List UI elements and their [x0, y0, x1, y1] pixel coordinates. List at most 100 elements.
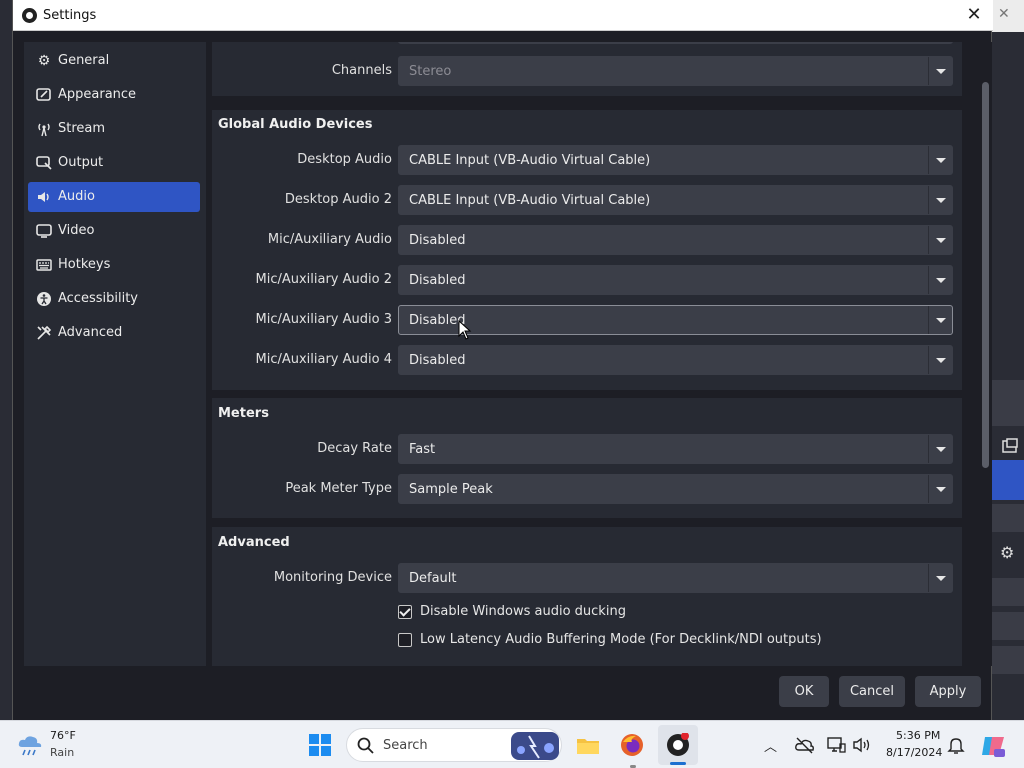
desktop-audio-label: Desktop Audio: [297, 152, 392, 167]
mic-audio-3-value: Disabled: [409, 313, 466, 328]
advanced-group: Advanced Monitoring Device Default Disab…: [212, 527, 962, 666]
sidebar-item-appearance[interactable]: Appearance: [28, 80, 200, 110]
taskbar-search[interactable]: Search: [346, 728, 562, 762]
mic-audio-label: Mic/Auxiliary Audio: [267, 232, 392, 247]
background-close-icon: ✕: [998, 6, 1010, 22]
sidebar-item-hotkeys[interactable]: Hotkeys: [28, 250, 200, 280]
channels-value: Stereo: [409, 64, 452, 79]
peak-meter-type-select[interactable]: Sample Peak: [398, 474, 953, 504]
sidebar-item-output[interactable]: Output: [28, 148, 200, 178]
appearance-icon: [36, 87, 52, 103]
disable-ducking-label[interactable]: Disable Windows audio ducking: [420, 604, 626, 619]
apply-button[interactable]: Apply: [915, 676, 981, 707]
chevron-down-icon: [928, 306, 952, 334]
background-panel-row: [992, 504, 1024, 532]
disable-ducking-checkbox[interactable]: [398, 605, 412, 619]
search-highlight-icon: [511, 732, 559, 760]
background-panel: [992, 380, 1024, 426]
decay-rate-select[interactable]: Fast: [398, 434, 953, 464]
sidebar-item-accessibility[interactable]: Accessibility: [28, 284, 200, 314]
title-bar: Settings ✕: [13, 0, 993, 31]
background-titlebar: ✕: [992, 0, 1024, 32]
chevron-down-icon: [928, 475, 952, 503]
close-icon[interactable]: ✕: [963, 4, 985, 26]
chevron-down-icon: [928, 435, 952, 463]
background-window-right: ✕ ⚙: [992, 0, 1024, 720]
cancel-button[interactable]: Cancel: [839, 676, 905, 707]
clock-date[interactable]: 8/17/2024: [886, 746, 942, 759]
cloud-offline-icon[interactable]: [794, 735, 814, 755]
obs-logo-icon: [22, 8, 37, 23]
monitor-icon: [36, 223, 52, 239]
window-title: Settings: [43, 8, 97, 23]
sidebar-item-stream[interactable]: Stream: [28, 114, 200, 144]
low-latency-label[interactable]: Low Latency Audio Buffering Mode (For De…: [420, 632, 822, 647]
ok-button[interactable]: OK: [779, 676, 829, 707]
sidebar-item-label: Video: [58, 223, 95, 238]
notification-bell-icon[interactable]: [946, 735, 966, 755]
background-dock-icon: [1002, 438, 1018, 453]
sidebar-item-label: Appearance: [58, 87, 137, 102]
sidebar-item-label: Hotkeys: [58, 257, 111, 272]
volume-icon[interactable]: [852, 735, 872, 755]
mic-audio-2-select[interactable]: Disabled: [398, 265, 953, 295]
channels-label: Channels: [331, 63, 392, 78]
background-selected-scene: [992, 460, 1024, 500]
desktop-audio-value: CABLE Input (VB-Audio Virtual Cable): [409, 153, 651, 168]
tools-icon: [36, 325, 52, 341]
mic-audio-4-label: Mic/Auxiliary Audio 4: [255, 352, 392, 367]
sidebar-item-label: General: [58, 53, 110, 68]
group-title: Meters: [218, 406, 269, 421]
chevron-down-icon: [928, 186, 952, 214]
sidebar-item-label: Accessibility: [58, 291, 138, 306]
sidebar-item-video[interactable]: Video: [28, 216, 200, 246]
desktop-audio-select[interactable]: CABLE Input (VB-Audio Virtual Cable): [398, 145, 953, 175]
mic-audio-3-select[interactable]: Disabled: [398, 305, 953, 335]
copilot-icon[interactable]: [980, 733, 1006, 759]
speaker-icon: [36, 189, 52, 205]
desktop-audio-2-select[interactable]: CABLE Input (VB-Audio Virtual Cable): [398, 185, 953, 215]
settings-sidebar: ⚙ General Appearance Stream Output Audio…: [24, 42, 206, 666]
weather-temperature[interactable]: 76°F: [50, 729, 76, 742]
firefox-icon[interactable]: [620, 733, 644, 757]
obs-taskbar-button[interactable]: [658, 725, 698, 765]
keyboard-icon: [36, 257, 52, 273]
sidebar-item-audio[interactable]: Audio: [28, 182, 200, 212]
mic-audio-3-label: Mic/Auxiliary Audio 3: [255, 312, 392, 327]
chevron-down-icon: [928, 346, 952, 374]
clock-time[interactable]: 5:36 PM: [896, 729, 940, 742]
background-window-left: [0, 0, 12, 720]
chevron-down-icon: [928, 266, 952, 294]
chevron-down-icon: [928, 57, 952, 85]
scrollbar-thumb[interactable]: [982, 82, 989, 468]
file-explorer-icon[interactable]: [576, 733, 600, 757]
weather-rain-icon[interactable]: [16, 731, 46, 759]
general-group: Channels Stereo: [212, 42, 962, 96]
background-panel-row: [992, 612, 1024, 640]
low-latency-checkbox[interactable]: [398, 633, 412, 647]
network-icon[interactable]: [826, 735, 846, 755]
sidebar-item-advanced[interactable]: Advanced: [28, 318, 200, 348]
accessibility-icon: [36, 291, 52, 307]
desktop-audio-2-value: CABLE Input (VB-Audio Virtual Cable): [409, 193, 651, 208]
active-indicator: [670, 762, 686, 765]
monitoring-device-select[interactable]: Default: [398, 563, 953, 593]
weather-description[interactable]: Rain: [50, 746, 74, 759]
sidebar-item-label: Stream: [58, 121, 106, 136]
chevron-up-icon[interactable]: ︿: [764, 736, 777, 755]
sidebar-item-general[interactable]: ⚙ General: [28, 46, 200, 76]
windows-taskbar: 76°F Rain Search ︿ 5:36 PM 8/17/2024: [0, 720, 1024, 768]
group-title: Advanced: [218, 535, 290, 550]
background-panel-row: [992, 578, 1024, 606]
gear-icon: ⚙: [37, 53, 51, 69]
decay-rate-label: Decay Rate: [317, 441, 392, 456]
mic-audio-select[interactable]: Disabled: [398, 225, 953, 255]
background-panel-row: [992, 646, 1024, 674]
output-icon: [36, 155, 52, 171]
windows-start-icon[interactable]: [308, 733, 332, 757]
content-scrollbar[interactable]: [980, 42, 992, 666]
mic-audio-4-select[interactable]: Disabled: [398, 345, 953, 375]
meters-group: Meters Decay Rate Fast Peak Meter Type S…: [212, 398, 962, 518]
monitoring-device-label: Monitoring Device: [273, 570, 392, 585]
mic-audio-2-value: Disabled: [409, 273, 466, 288]
